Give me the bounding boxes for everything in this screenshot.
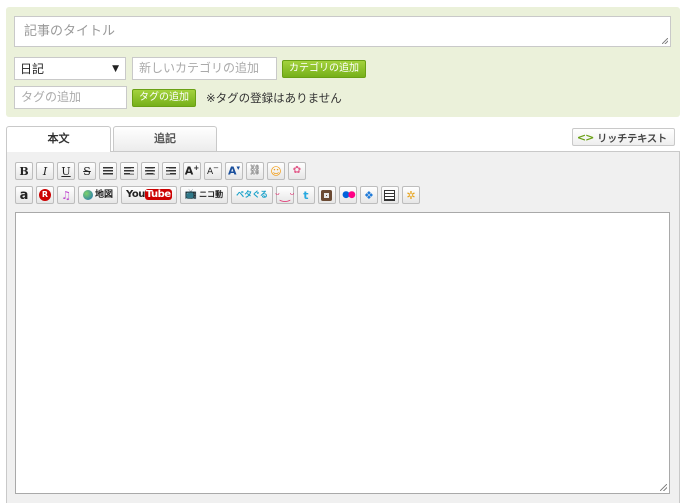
new-category-input[interactable]: 新しいカテゴリの追加 — [132, 57, 277, 80]
instagram-icon — [321, 189, 333, 201]
quote-button[interactable] — [99, 162, 117, 180]
list-icon — [384, 189, 396, 201]
bold-icon: B — [19, 164, 29, 178]
picture-emoji-icon: ✿ — [292, 165, 302, 176]
underline-button[interactable]: U — [57, 162, 75, 180]
body-textarea[interactable] — [15, 212, 670, 494]
align-right-button[interactable] — [162, 162, 180, 180]
align-center-icon — [145, 166, 155, 176]
entry-meta-panel: 記事のタイトル 日記 ▼ 新しいカテゴリの追加 カテゴリの追加 タグの追加 タグ… — [6, 7, 680, 117]
emoji-icon: ☺ — [270, 164, 282, 178]
instagram-button[interactable] — [317, 186, 336, 204]
emoji-button[interactable]: ☺ — [267, 162, 285, 180]
tab-body[interactable]: 本文 — [6, 126, 111, 152]
font-color-button[interactable]: A▾ — [225, 162, 243, 180]
add-tag-button[interactable]: タグの追加 — [132, 88, 196, 107]
category-select[interactable]: 日記 ▼ — [14, 57, 126, 80]
title-input[interactable]: 記事のタイトル — [14, 16, 671, 47]
font-smaller-button[interactable]: A− — [204, 162, 222, 180]
picture-emoji-button[interactable]: ✿ — [288, 162, 306, 180]
toolbar-row-embeds: a R ♫ 地図 YouTube 📺 ニコ動 ペタぐる ᵕ‿ᵕ t ●● ❖ ✲ — [15, 186, 423, 204]
dropbox-icon: ❖ — [363, 188, 374, 202]
music-button[interactable]: ♫ — [57, 186, 75, 204]
code-brackets-icon: <> — [576, 130, 594, 144]
bold-button[interactable]: B — [15, 162, 33, 180]
italic-icon: I — [42, 164, 48, 178]
font-larger-button[interactable]: A+ — [183, 162, 201, 180]
blockquote-icon — [103, 166, 113, 176]
add-category-button[interactable]: カテゴリの追加 — [282, 59, 366, 78]
emoticon-button[interactable]: ᵕ‿ᵕ — [275, 186, 295, 204]
twitter-icon: t — [303, 188, 309, 202]
rakuten-icon: R — [39, 189, 51, 201]
dropbox-button[interactable]: ❖ — [359, 186, 378, 204]
niconico-button[interactable]: 📺 ニコ動 — [179, 186, 229, 204]
rich-text-label: リッチテキスト — [597, 133, 667, 145]
strikethrough-button[interactable]: S — [78, 162, 96, 180]
tv-icon: 📺 — [184, 189, 198, 200]
list-button[interactable] — [380, 186, 399, 204]
amazon-icon: a — [19, 187, 29, 203]
align-right-icon — [166, 166, 176, 176]
emoticon-icon: ᵕ‿ᵕ — [275, 188, 295, 202]
font-smaller-icon: A− — [206, 164, 220, 177]
niconico-label: ニコ動 — [199, 190, 224, 199]
photo-app-icon: ✲ — [406, 188, 416, 202]
rakuten-button[interactable]: R — [36, 186, 54, 204]
font-color-icon: A▾ — [227, 164, 241, 178]
petacoru-button[interactable]: ペタぐる — [231, 186, 273, 204]
photo-app-button[interactable]: ✲ — [401, 186, 420, 204]
youtube-icon: YouTube — [126, 189, 172, 200]
youtube-button[interactable]: YouTube — [121, 186, 177, 204]
tab-extra[interactable]: 追記 — [113, 126, 217, 151]
underline-icon: U — [61, 164, 71, 178]
editor-panel: B I U S A+ A− A▾ ⛓ ☺ ✿ a R ♫ 地図 YouTube … — [6, 151, 680, 503]
link-button[interactable]: ⛓ — [246, 162, 264, 180]
flickr-icon: ●● — [342, 189, 356, 200]
align-left-icon — [124, 166, 134, 176]
map-button[interactable]: 地図 — [78, 186, 119, 204]
no-tags-message: ※タグの登録はありません — [206, 90, 342, 105]
strikethrough-icon: S — [83, 164, 91, 178]
link-icon: ⛓ — [248, 165, 262, 176]
toolbar-row-formatting: B I U S A+ A− A▾ ⛓ ☺ ✿ — [15, 162, 309, 180]
music-icon: ♫ — [61, 188, 71, 202]
tag-row: タグの追加 タグの追加 ※タグの登録はありません — [14, 86, 342, 109]
amazon-button[interactable]: a — [15, 186, 33, 204]
petacoru-icon: ペタぐる — [236, 190, 268, 199]
flickr-button[interactable]: ●● — [338, 186, 357, 204]
twitter-button[interactable]: t — [296, 186, 315, 204]
globe-icon — [83, 190, 93, 200]
align-center-button[interactable] — [141, 162, 159, 180]
map-label: 地図 — [95, 189, 114, 200]
font-larger-icon: A+ — [184, 164, 200, 178]
category-row: 日記 ▼ 新しいカテゴリの追加 カテゴリの追加 — [14, 57, 366, 80]
tag-input[interactable]: タグの追加 — [14, 86, 127, 109]
italic-button[interactable]: I — [36, 162, 54, 180]
align-left-button[interactable] — [120, 162, 138, 180]
category-selected-value: 日記 — [20, 62, 45, 76]
rich-text-toggle-button[interactable]: <> リッチテキスト — [571, 128, 675, 146]
dropdown-arrow-icon: ▼ — [112, 63, 119, 74]
